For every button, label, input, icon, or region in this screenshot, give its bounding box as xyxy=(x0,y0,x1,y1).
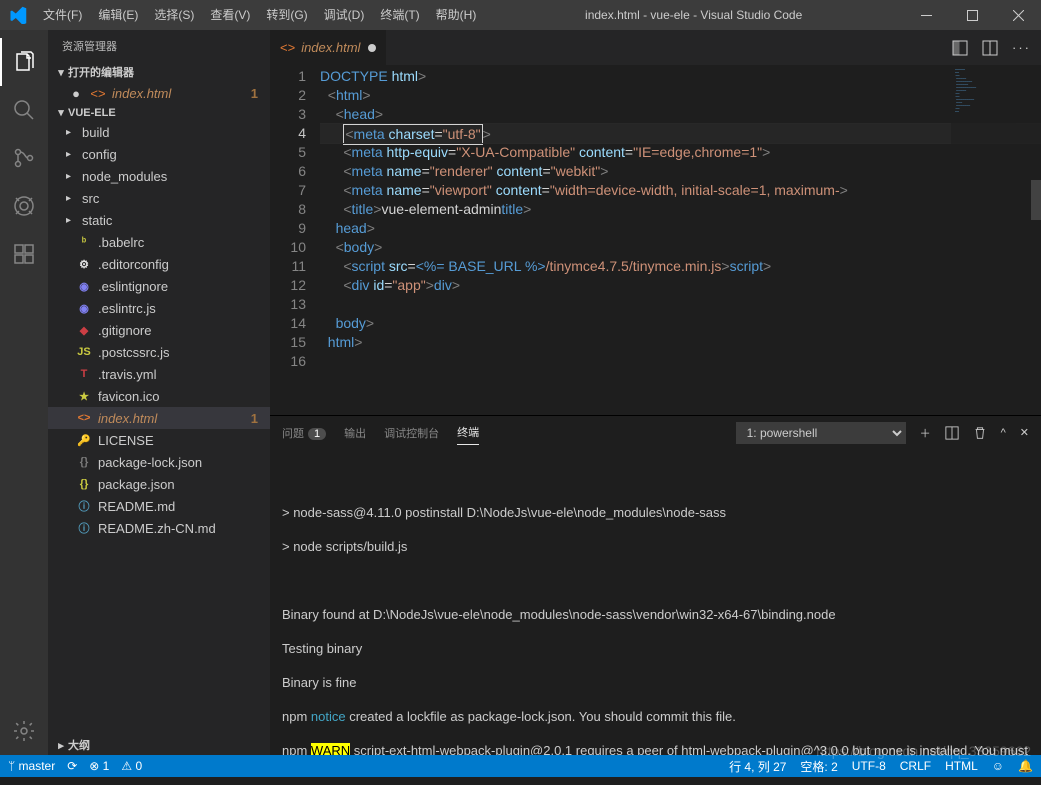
warnings-indicator[interactable]: ⚠ 0 xyxy=(121,759,142,773)
menu-edit[interactable]: 编辑(E) xyxy=(90,0,146,30)
file--editorconfig[interactable]: ⚙.editorconfig xyxy=(48,253,270,275)
split-terminal-icon[interactable] xyxy=(945,426,959,440)
html-file-icon: <> xyxy=(280,40,295,55)
outline-section[interactable]: ▸大纲 xyxy=(48,735,270,755)
window-title: index.html - vue-ele - Visual Studio Cod… xyxy=(484,8,903,22)
indentation[interactable]: 空格: 2 xyxy=(800,758,837,775)
project-section[interactable]: ▾VUE-ELE xyxy=(48,104,270,121)
html-icon: <> xyxy=(76,412,92,424)
explorer-icon[interactable] xyxy=(0,38,48,86)
minimize-icon[interactable] xyxy=(903,0,949,30)
branch-indicator[interactable]: ᛘ master xyxy=(8,759,55,773)
license-icon: 🔑 xyxy=(76,434,92,447)
close-icon[interactable] xyxy=(995,0,1041,30)
close-panel-icon[interactable]: ✕ xyxy=(1020,426,1029,439)
info-icon: ⓘ xyxy=(76,520,92,536)
debug-icon[interactable] xyxy=(0,182,48,230)
json-icon: {} xyxy=(76,456,92,468)
folder-static[interactable]: ▸static xyxy=(48,209,270,231)
maximize-panel-icon[interactable]: ^ xyxy=(1001,427,1006,439)
menu-terminal[interactable]: 终端(T) xyxy=(372,0,427,30)
git-icon: ◆ xyxy=(76,324,92,337)
errors-indicator[interactable]: ⊗ 1 xyxy=(89,759,109,773)
split-editor-icon[interactable] xyxy=(952,40,968,56)
menu-debug[interactable]: 调试(D) xyxy=(316,0,373,30)
file-index-html[interactable]: <>index.html1 xyxy=(48,407,270,429)
explorer-header: 资源管理器 xyxy=(48,30,270,62)
file--eslintignore[interactable]: ◉.eslintignore xyxy=(48,275,270,297)
vscode-logo-icon xyxy=(0,6,35,24)
js-icon: JS xyxy=(76,346,92,358)
file--postcssrc-js[interactable]: JS.postcssrc.js xyxy=(48,341,270,363)
settings-gear-icon[interactable] xyxy=(0,707,48,755)
editor-group: <> index.html ··· 1234567891011121314151… xyxy=(270,30,1041,755)
file--gitignore[interactable]: ◆.gitignore xyxy=(48,319,270,341)
travis-icon: T xyxy=(76,368,92,380)
folder-build[interactable]: ▸build xyxy=(48,121,270,143)
folder-node_modules[interactable]: ▸node_modules xyxy=(48,165,270,187)
eslint-icon: ◉ xyxy=(76,280,92,293)
file-README-md[interactable]: ⓘREADME.md xyxy=(48,495,270,517)
file--babelrc[interactable]: ᵇ.babelrc xyxy=(48,231,270,253)
panel-tab-output[interactable]: 输出 xyxy=(344,421,366,445)
panel-tab-debug[interactable]: 调试控制台 xyxy=(384,421,439,445)
search-icon[interactable] xyxy=(0,86,48,134)
eol[interactable]: CRLF xyxy=(900,759,931,773)
activity-bar xyxy=(0,30,48,755)
dirty-indicator-icon xyxy=(368,44,376,52)
editor-tabs: <> index.html ··· xyxy=(270,30,1041,65)
folder-config[interactable]: ▸config xyxy=(48,143,270,165)
new-terminal-icon[interactable]: ＋ xyxy=(920,425,931,441)
open-editor-item[interactable]: ● <> index.html 1 xyxy=(48,82,270,104)
scrollbar[interactable] xyxy=(1031,30,1041,763)
file-LICENSE[interactable]: 🔑LICENSE xyxy=(48,429,270,451)
encoding[interactable]: UTF-8 xyxy=(852,759,886,773)
close-dirty-icon[interactable]: ● xyxy=(68,86,84,101)
tab-index-html[interactable]: <> index.html xyxy=(270,30,387,65)
open-editors-section[interactable]: ▾打开的编辑器 xyxy=(48,62,270,82)
menu-help[interactable]: 帮助(H) xyxy=(428,0,485,30)
info-icon: ⓘ xyxy=(76,498,92,514)
file--eslintrc-js[interactable]: ◉.eslintrc.js xyxy=(48,297,270,319)
menu-select[interactable]: 选择(S) xyxy=(146,0,202,30)
more-actions-icon[interactable]: ··· xyxy=(1012,40,1031,55)
json-icon: {} xyxy=(76,478,92,490)
file-package-lock-json[interactable]: {}package-lock.json xyxy=(48,451,270,473)
file--travis-yml[interactable]: T.travis.yml xyxy=(48,363,270,385)
panel-tab-problems[interactable]: 问题1 xyxy=(282,421,326,445)
extensions-icon[interactable] xyxy=(0,230,48,278)
babel-icon: ᵇ xyxy=(76,236,92,248)
folder-src[interactable]: ▸src xyxy=(48,187,270,209)
panel-tab-terminal[interactable]: 终端 xyxy=(457,420,479,445)
sync-icon[interactable]: ⟳ xyxy=(67,759,77,773)
kill-terminal-icon[interactable] xyxy=(973,426,987,440)
terminal-content[interactable]: > node-sass@4.11.0 postinstall D:\NodeJs… xyxy=(270,449,1041,755)
cursor-position[interactable]: 行 4, 列 27 xyxy=(729,758,786,775)
explorer-sidebar: 资源管理器 ▾打开的编辑器 ● <> index.html 1 ▾VUE-ELE… xyxy=(48,30,270,755)
file-favicon-ico[interactable]: ★favicon.ico xyxy=(48,385,270,407)
html-file-icon: <> xyxy=(90,86,106,101)
problem-badge: 1 xyxy=(251,86,264,101)
menu-goto[interactable]: 转到(G) xyxy=(258,0,315,30)
editorconfig-icon: ⚙ xyxy=(76,258,92,271)
status-bar: ᛘ master ⟳ ⊗ 1 ⚠ 0 行 4, 列 27 空格: 2 UTF-8… xyxy=(0,755,1041,777)
menu-view[interactable]: 查看(V) xyxy=(202,0,258,30)
file-README-zh-CN-md[interactable]: ⓘREADME.zh-CN.md xyxy=(48,517,270,539)
layout-editor-icon[interactable] xyxy=(982,40,998,56)
feedback-icon[interactable]: ☺ xyxy=(992,759,1004,773)
language-mode[interactable]: HTML xyxy=(945,759,978,773)
minimap[interactable]: ▬▬▬▬▬▬▬ ▬▬ ▬▬▬▬▬ ▬▬▬▬▬▬▬▬ ▬▬▬▬▬▬ ▬▬▬▬▬▬▬… xyxy=(951,65,1041,415)
menu-file[interactable]: 文件(F) xyxy=(35,0,90,30)
terminal-selector[interactable]: 1: powershell xyxy=(736,422,906,444)
title-bar: 文件(F) 编辑(E) 选择(S) 查看(V) 转到(G) 调试(D) 终端(T… xyxy=(0,0,1041,30)
code-editor[interactable]: 12345678910111213141516 DOCTYPE html> <h… xyxy=(270,65,1041,415)
source-control-icon[interactable] xyxy=(0,134,48,182)
maximize-icon[interactable] xyxy=(949,0,995,30)
star-icon: ★ xyxy=(76,390,92,403)
bottom-panel: 问题1 输出 调试控制台 终端 1: powershell ＋ ^ ✕ > no… xyxy=(270,415,1041,755)
eslint-icon: ◉ xyxy=(76,302,92,315)
file-package-json[interactable]: {}package.json xyxy=(48,473,270,495)
menu-bar: 文件(F) 编辑(E) 选择(S) 查看(V) 转到(G) 调试(D) 终端(T… xyxy=(35,0,484,30)
